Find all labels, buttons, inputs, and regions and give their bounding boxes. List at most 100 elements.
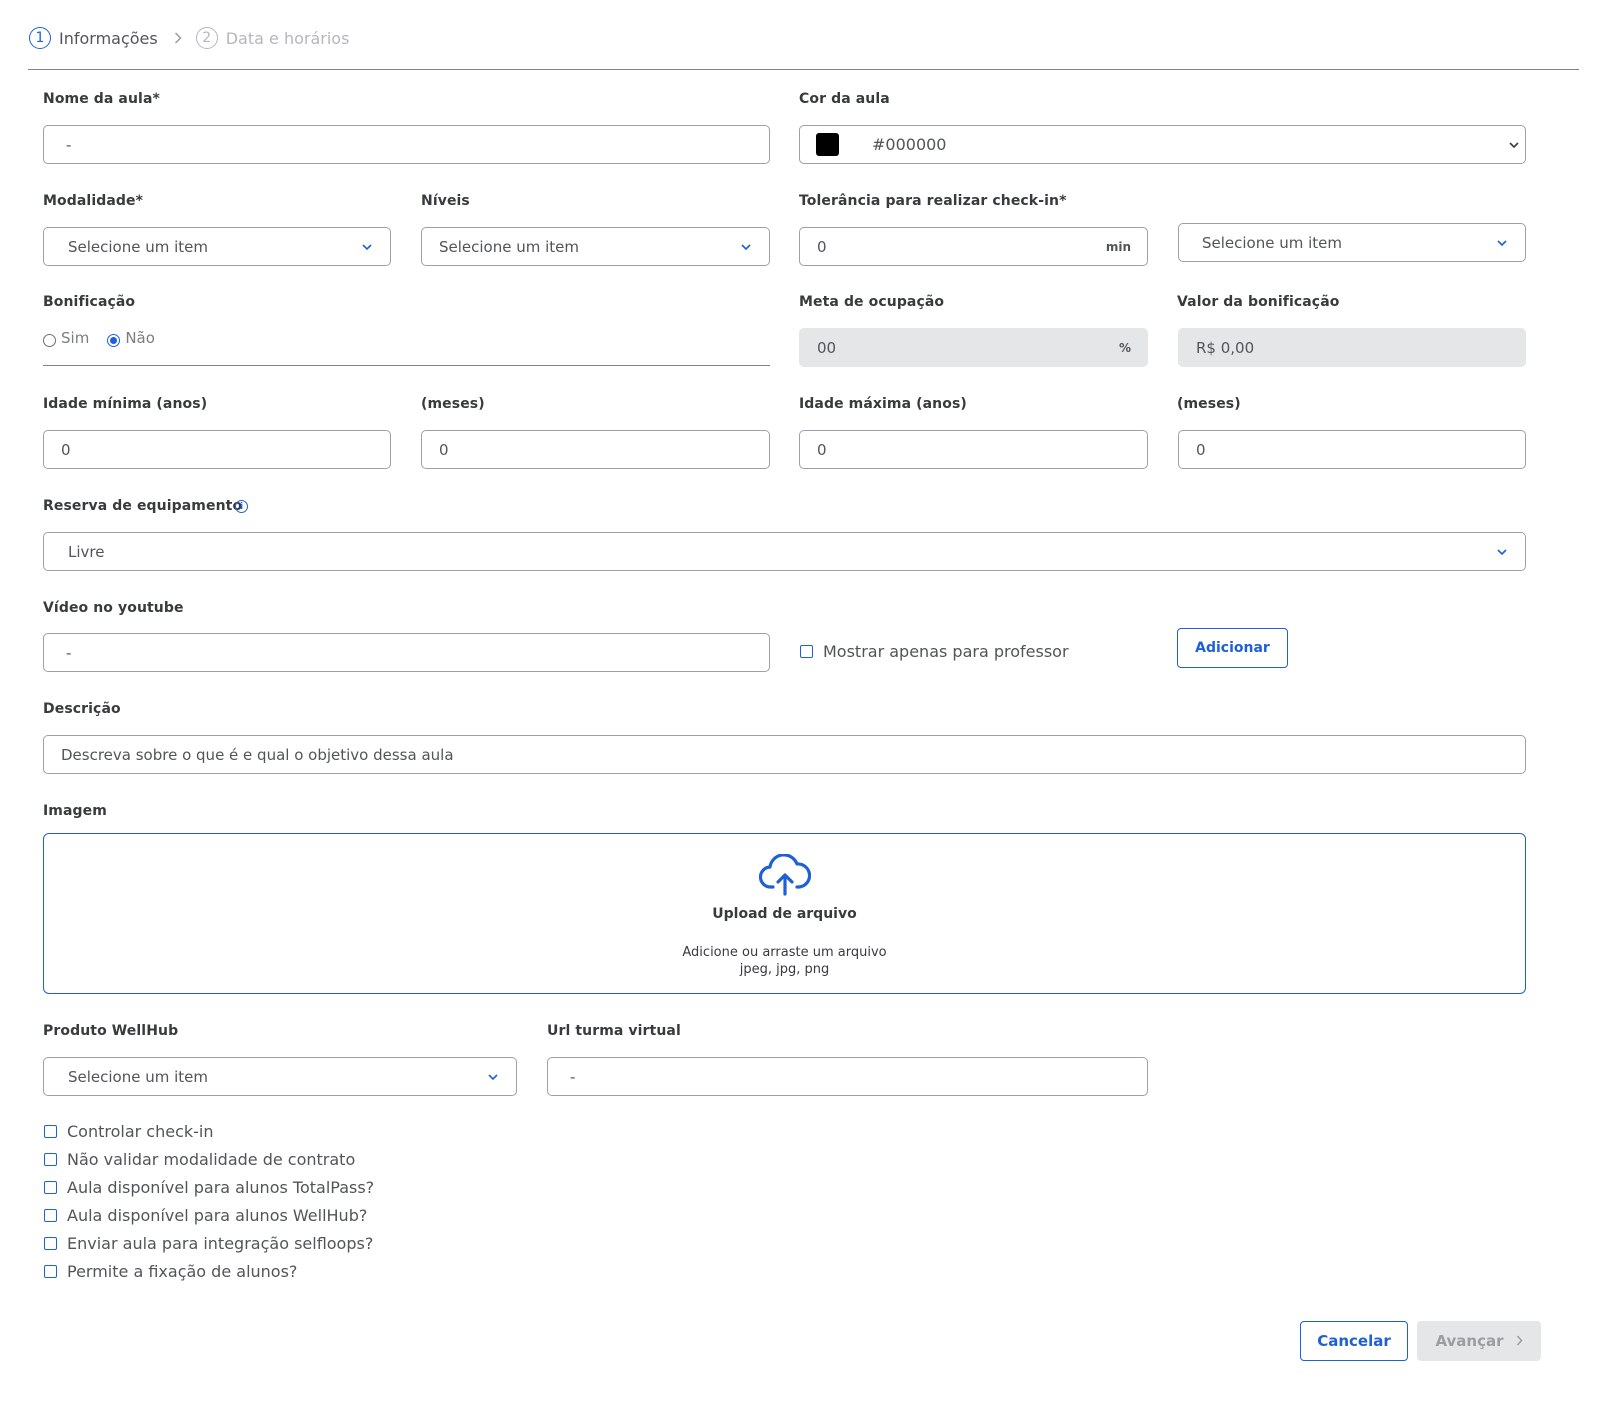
controlar-checkin-checkbox[interactable]: Controlar check-in (44, 1122, 214, 1141)
chevron-right-icon (174, 29, 182, 48)
idade-minima-anos-input[interactable]: 0 (43, 430, 391, 469)
fixacao-alunos-checkbox[interactable]: Permite a fixação de alunos? (44, 1262, 297, 1281)
idade-maxima-anos-input[interactable]: 0 (799, 430, 1148, 469)
checkbox-box[interactable] (44, 1237, 57, 1250)
tolerancia-value: 0 (817, 237, 827, 256)
valor-bonificacao-label: Valor da bonificação (1177, 294, 1340, 310)
niveis-select[interactable]: Selecione um item (421, 227, 770, 266)
tolerancia-input[interactable]: 0 min (799, 227, 1148, 266)
idade-minima-anos-value: 0 (61, 440, 71, 459)
checkbox-box[interactable] (44, 1181, 57, 1194)
nome-aula-input[interactable]: - (43, 125, 770, 164)
tolerancia-unit-value: Selecione um item (1202, 233, 1343, 252)
cancel-button[interactable]: Cancelar (1300, 1321, 1408, 1361)
upload-formats-text: jpeg, jpg, png (739, 962, 830, 977)
chevron-down-icon (1497, 547, 1507, 557)
checkbox-label: Enviar aula para integração selfloops? (67, 1234, 374, 1253)
next-button[interactable]: Avançar (1417, 1321, 1541, 1361)
descricao-input[interactable]: Descreva sobre o que é e qual o objetivo… (43, 735, 1526, 774)
checkbox-box[interactable] (800, 645, 813, 658)
info-icon[interactable]: i (235, 500, 248, 513)
reserva-equipamento-value: Livre (68, 542, 105, 561)
video-youtube-label: Vídeo no youtube (43, 600, 184, 616)
checkbox-label: Aula disponível para alunos WellHub? (67, 1206, 368, 1225)
modalidade-label: Modalidade* (43, 193, 144, 209)
modalidade-select[interactable]: Selecione um item (43, 227, 391, 266)
step-label: Data e horários (225, 28, 350, 48)
color-swatch (816, 133, 839, 156)
meta-ocupacao-input[interactable]: 00 % (799, 328, 1148, 367)
tolerancia-label: Tolerância para realizar check-in* (799, 193, 1067, 209)
valor-bonificacao-input[interactable]: R$ 0,00 (1178, 328, 1526, 367)
chevron-down-icon (488, 1072, 498, 1082)
descricao-label: Descrição (43, 701, 121, 717)
niveis-label: Níveis (421, 193, 470, 209)
stepper-divider (28, 69, 1579, 70)
totalpass-checkbox[interactable]: Aula disponível para alunos TotalPass? (44, 1178, 374, 1197)
cor-aula-label: Cor da aula (799, 91, 890, 107)
reserva-equipamento-label: Reserva de equipamento (43, 498, 243, 514)
step-informacoes[interactable]: 1 Informações (29, 27, 158, 49)
idade-maxima-anos-value: 0 (817, 440, 827, 459)
bonificacao-divider (43, 365, 770, 366)
nao-validar-modalidade-checkbox[interactable]: Não validar modalidade de contrato (44, 1150, 355, 1169)
url-turma-virtual-input[interactable]: - (547, 1057, 1148, 1096)
tolerancia-unit-select[interactable]: Selecione um item (1178, 223, 1526, 262)
next-button-label: Avançar (1435, 1332, 1504, 1350)
image-upload-dropzone[interactable]: Upload de arquivo Adicione ou arraste um… (43, 833, 1526, 994)
produto-wellhub-select[interactable]: Selecione um item (43, 1057, 517, 1096)
checkbox-label: Controlar check-in (67, 1122, 214, 1141)
chevron-down-icon (1509, 140, 1519, 150)
cor-aula-value: #000000 (872, 135, 947, 154)
upload-title: Upload de arquivo (712, 906, 857, 922)
step-number: 2 (195, 27, 218, 49)
radio-label: Não (125, 328, 155, 347)
idade-minima-meses-input[interactable]: 0 (421, 430, 770, 469)
upload-hint-text: Adicione ou arraste um arquivo (682, 945, 887, 960)
niveis-value: Selecione um item (439, 237, 580, 256)
chevron-down-icon (1497, 238, 1507, 248)
chevron-down-icon (362, 242, 372, 252)
step-number: 1 (29, 27, 51, 49)
step-label: Informações (59, 28, 158, 48)
checkbox-box[interactable] (44, 1153, 57, 1166)
checkbox-label: Aula disponível para alunos TotalPass? (67, 1178, 375, 1197)
checkbox-box[interactable] (44, 1265, 57, 1278)
idade-minima-meses-value: 0 (439, 440, 449, 459)
radio-nao[interactable]: Não (107, 328, 155, 347)
nome-aula-value: - (66, 135, 72, 154)
valor-bonificacao-value: R$ 0,00 (1196, 338, 1255, 357)
wellhub-checkbox[interactable]: Aula disponível para alunos WellHub? (44, 1206, 367, 1225)
descricao-value: Descreva sobre o que é e qual o objetivo… (61, 745, 454, 764)
idade-maxima-meses-input[interactable]: 0 (1178, 430, 1526, 469)
selfloops-checkbox[interactable]: Enviar aula para integração selfloops? (44, 1234, 373, 1253)
cor-aula-select[interactable]: #000000 (799, 125, 1526, 164)
checkbox-label: Não validar modalidade de contrato (67, 1150, 356, 1169)
video-youtube-input[interactable]: - (43, 633, 770, 672)
meta-ocupacao-suffix: % (1118, 340, 1131, 355)
radio-label: Sim (61, 328, 90, 347)
upload-hint: Adicione ou arraste um arquivo jpeg, jpg… (682, 944, 886, 978)
reserva-equipamento-select[interactable]: Livre (43, 532, 1526, 571)
checkbox-box[interactable] (44, 1125, 57, 1138)
adicionar-video-button[interactable]: Adicionar (1177, 628, 1288, 668)
bonificacao-radio-group: Sim Não (43, 328, 155, 347)
modalidade-value: Selecione um item (68, 237, 209, 256)
idade-minima-anos-label: Idade mínima (anos) (43, 396, 208, 412)
url-turma-virtual-value: - (570, 1067, 576, 1086)
nome-aula-label: Nome da aula* (43, 91, 160, 107)
radio-button[interactable] (107, 334, 121, 347)
idade-maxima-meses-value: 0 (1196, 440, 1206, 459)
step-data-horarios[interactable]: 2 Data e horários (195, 27, 350, 49)
checkbox-label: Permite a fixação de alunos? (67, 1262, 298, 1281)
idade-maxima-anos-label: Idade máxima (anos) (799, 396, 967, 412)
idade-minima-meses-label: (meses) (421, 396, 485, 412)
radio-sim[interactable]: Sim (43, 328, 89, 347)
cloud-upload-icon (758, 853, 811, 900)
checkbox-box[interactable] (44, 1209, 57, 1222)
url-turma-virtual-label: Url turma virtual (547, 1023, 681, 1039)
produto-wellhub-value: Selecione um item (68, 1067, 209, 1086)
mostrar-apenas-professor-checkbox[interactable]: Mostrar apenas para professor (800, 642, 1069, 661)
produto-wellhub-label: Produto WellHub (43, 1023, 179, 1039)
radio-button[interactable] (43, 334, 56, 347)
